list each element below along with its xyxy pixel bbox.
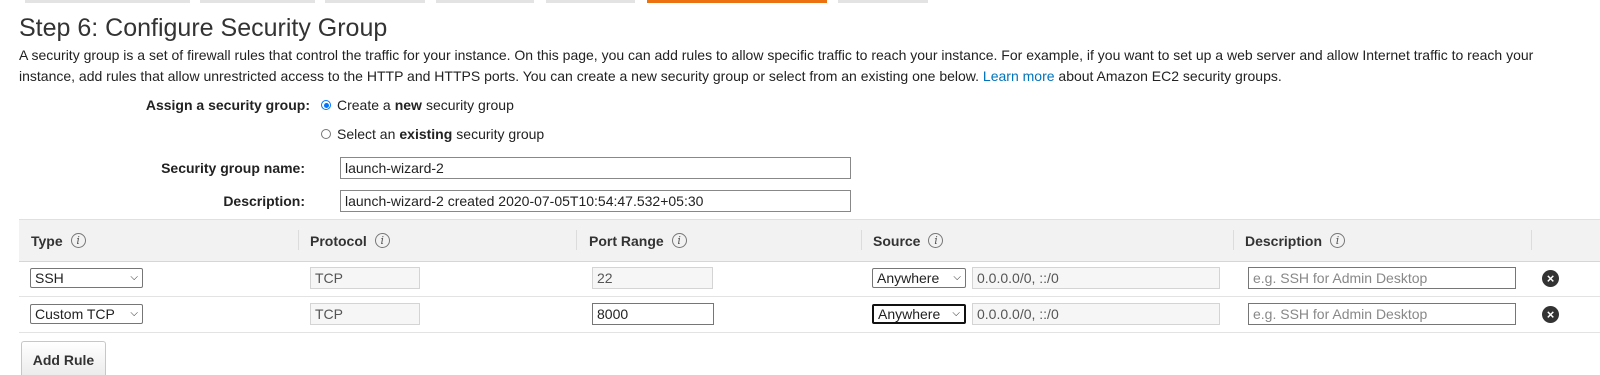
row-divider — [19, 332, 1600, 333]
remove-rule-icon[interactable]: × — [1542, 306, 1559, 323]
intro-text: A security group is a set of firewall ru… — [19, 47, 1534, 84]
existing-option-prefix: Select an — [337, 126, 396, 142]
source-select[interactable]: Anywhere ⌵ — [872, 304, 966, 324]
radio-select-existing[interactable] — [321, 129, 331, 139]
wizard-tab-active[interactable] — [647, 0, 827, 3]
header-port-range: Port Range i — [589, 220, 687, 261]
header-description-label: Description — [1245, 232, 1323, 249]
rule-description-input[interactable]: e.g. SSH for Admin Desktop — [1248, 303, 1516, 325]
header-source-label: Source — [873, 232, 921, 249]
rule-type-value: Custom TCP — [35, 306, 115, 322]
rules-table-header: Type i Protocol i Port Range i Source i … — [19, 219, 1600, 262]
protocol-field: TCP — [310, 267, 420, 289]
source-select[interactable]: Anywhere ⌵ — [872, 268, 966, 288]
source-value: Anywhere — [877, 270, 940, 286]
chevron-down-icon: ⌵ — [130, 272, 138, 283]
learn-more-link[interactable]: Learn more — [983, 68, 1055, 84]
rule-type-value: SSH — [35, 270, 64, 286]
create-option-prefix: Create a — [337, 97, 391, 113]
wizard-tabs — [0, 0, 1600, 6]
page-title: Step 6: Configure Security Group — [19, 14, 388, 42]
column-divider — [576, 230, 577, 250]
header-source: Source i — [873, 220, 944, 261]
info-icon[interactable]: i — [374, 233, 390, 248]
group-description-input[interactable]: launch-wizard-2 created 2020-07-05T10:54… — [340, 190, 851, 212]
header-description: Description i — [1245, 220, 1346, 261]
radio-create-new[interactable] — [321, 100, 331, 110]
header-type: Type i — [31, 220, 86, 261]
source-cidr-field[interactable]: 0.0.0.0/0, ::/0 — [972, 267, 1220, 289]
existing-option-suffix: security group — [456, 126, 545, 142]
intro-paragraph: A security group is a set of firewall ru… — [19, 45, 1579, 87]
port-range-field: 22 — [592, 267, 713, 289]
header-protocol: Protocol i — [310, 220, 390, 261]
column-divider — [1233, 230, 1234, 250]
info-icon[interactable]: i — [671, 233, 687, 248]
column-divider — [298, 230, 299, 250]
wizard-tab[interactable] — [200, 0, 315, 3]
wizard-tab[interactable] — [25, 0, 190, 3]
remove-rule-icon[interactable]: × — [1542, 270, 1559, 287]
rule-description-input[interactable]: e.g. SSH for Admin Desktop — [1248, 267, 1516, 289]
wizard-tab[interactable] — [325, 0, 425, 3]
source-cidr-field[interactable]: 0.0.0.0/0, ::/0 — [972, 303, 1220, 325]
select-existing-group-option[interactable]: Select an existing security group — [321, 126, 544, 142]
protocol-field: TCP — [310, 303, 420, 325]
wizard-tab[interactable] — [546, 0, 635, 3]
create-option-bold: new — [394, 97, 422, 113]
assign-group-label: Assign a security group: — [145, 97, 310, 113]
group-name-input[interactable]: launch-wizard-2 — [340, 157, 851, 179]
wizard-tab[interactable] — [436, 0, 534, 3]
port-range-input[interactable]: 8000 — [592, 303, 714, 325]
chevron-down-icon: ⌵ — [953, 272, 961, 283]
rule-type-select[interactable]: Custom TCP ⌵ — [30, 304, 143, 324]
create-new-group-option[interactable]: Create a new security group — [321, 97, 514, 113]
wizard-tab[interactable] — [838, 0, 928, 3]
existing-option-bold: existing — [399, 126, 453, 142]
rule-type-select[interactable]: SSH ⌵ — [30, 268, 143, 288]
row-divider — [19, 296, 1600, 297]
group-name-label: Security group name: — [161, 160, 305, 176]
info-icon[interactable]: i — [70, 233, 86, 248]
header-type-label: Type — [31, 232, 63, 249]
chevron-down-icon: ⌵ — [952, 308, 960, 319]
group-description-label: Description: — [223, 193, 305, 209]
info-icon[interactable]: i — [1330, 233, 1346, 248]
column-divider — [861, 230, 862, 250]
info-icon[interactable]: i — [928, 233, 944, 248]
source-value: Anywhere — [878, 306, 941, 322]
add-rule-button[interactable]: Add Rule — [21, 341, 106, 375]
intro-suffix: about Amazon EC2 security groups. — [1058, 68, 1282, 84]
header-port-label: Port Range — [589, 232, 664, 249]
column-divider — [1531, 230, 1532, 250]
create-option-suffix: security group — [425, 97, 514, 113]
chevron-down-icon: ⌵ — [130, 308, 138, 319]
header-protocol-label: Protocol — [310, 232, 367, 249]
